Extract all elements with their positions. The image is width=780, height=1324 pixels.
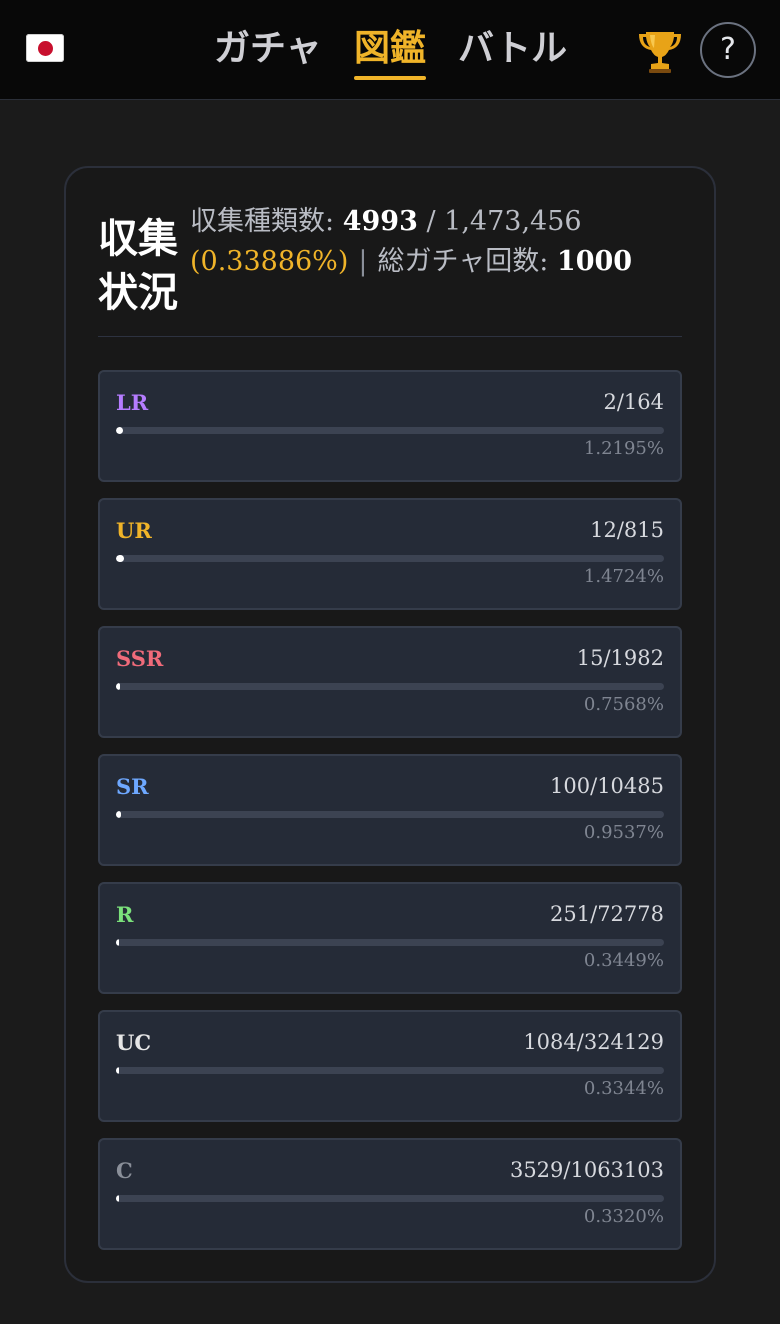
pulls-label: 総ガチャ回数: — [377, 246, 549, 277]
progress-track — [116, 1195, 664, 1202]
progress-fill — [116, 939, 120, 946]
rarity-row: SSR 15/1982 0.7568% — [98, 626, 682, 738]
separator: | — [358, 246, 368, 277]
top-nav-bar: ガチャ 図鑑 バトル ? — [0, 0, 780, 100]
help-button[interactable]: ? — [700, 22, 756, 78]
progress-fill — [116, 1067, 120, 1074]
rarity-percent: 0.3344% — [583, 1078, 664, 1099]
progress-fill — [116, 683, 121, 690]
rarity-name: SR — [116, 774, 149, 799]
total-value: 1,473,456 — [444, 206, 582, 237]
progress-track — [116, 811, 664, 818]
progress-track — [116, 1067, 664, 1074]
progress-fill — [116, 1195, 120, 1202]
rarity-percent: 1.4724% — [583, 566, 664, 587]
rarity-row: C 3529/1063103 0.3320% — [98, 1138, 682, 1250]
rarity-percent: 0.9537% — [583, 822, 664, 843]
rarity-name: R — [116, 902, 134, 927]
progress-track — [116, 555, 664, 562]
collected-percent: (0.33886%) — [190, 246, 349, 277]
rarity-count: 2/164 — [603, 390, 664, 414]
rarity-name: SSR — [116, 646, 164, 671]
rarity-name: LR — [116, 390, 149, 415]
rarity-name: C — [116, 1158, 133, 1183]
progress-fill — [116, 555, 125, 562]
progress-track — [116, 427, 664, 434]
rarity-row: UC 1084/324129 0.3344% — [98, 1010, 682, 1122]
summary-text: 収集種類数: 4993 / 1,473,456 (0.33886%) | 総ガチャ回… — [190, 202, 682, 282]
pulls-value: 1000 — [556, 246, 633, 277]
summary-title: 収集状況 — [98, 215, 178, 316]
rarity-percent: 0.3449% — [583, 950, 664, 971]
tab-battle[interactable]: バトル — [458, 22, 567, 82]
collected-label: 収集種類数: — [190, 206, 335, 237]
rarity-count: 15/1982 — [576, 646, 664, 670]
rarity-row: SR 100/10485 0.9537% — [98, 754, 682, 866]
rarity-count: 100/10485 — [550, 774, 664, 798]
rarity-row: LR 2/164 1.2195% — [98, 370, 682, 482]
rarity-count: 3529/1063103 — [509, 1158, 664, 1182]
rarity-name: UC — [116, 1030, 152, 1055]
rarity-name: UR — [116, 518, 152, 543]
divider — [98, 336, 682, 337]
trophy-icon[interactable] — [638, 26, 682, 74]
slash: / — [426, 206, 436, 237]
rarity-row: R 251/72778 0.3449% — [98, 882, 682, 994]
tab-gacha[interactable]: ガチャ — [214, 22, 322, 82]
tab-encyclopedia[interactable]: 図鑑 — [354, 22, 427, 82]
collected-value: 4993 — [342, 206, 418, 237]
rarity-count: 12/815 — [590, 518, 664, 542]
rarity-percent: 0.7568% — [583, 694, 664, 715]
rarity-percent: 0.3320% — [583, 1206, 664, 1227]
rarity-row: UR 12/815 1.4724% — [98, 498, 682, 610]
progress-fill — [116, 811, 122, 818]
progress-track — [116, 939, 664, 946]
collection-summary: 収集状況 収集種類数: 4993 / 1,473,456 (0.33886%) |… — [98, 202, 688, 342]
rarity-count: 251/72778 — [550, 902, 664, 926]
progress-track — [116, 683, 664, 690]
progress-fill — [116, 427, 123, 434]
collection-card: 収集状況 収集種類数: 4993 / 1,473,456 (0.33886%) |… — [64, 166, 716, 1283]
rarity-count: 1084/324129 — [523, 1030, 664, 1054]
rarity-percent: 1.2195% — [583, 438, 664, 459]
